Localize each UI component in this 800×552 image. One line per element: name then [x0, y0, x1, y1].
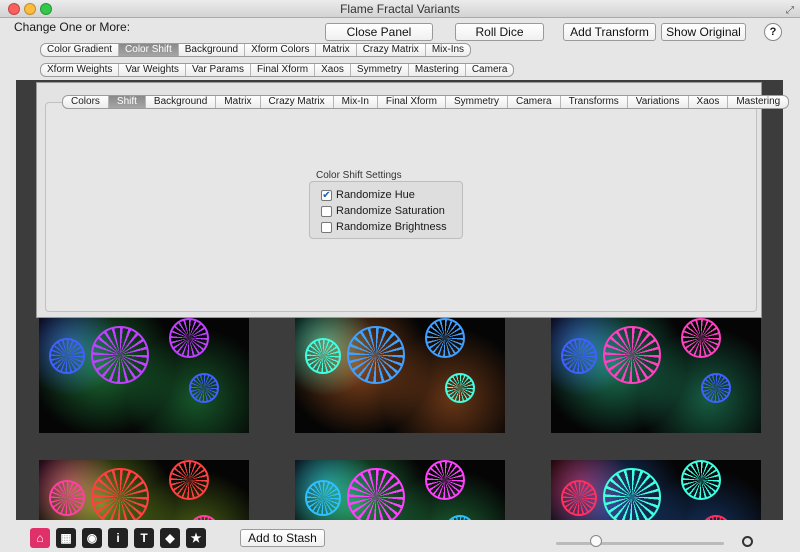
- window-title: Flame Fractal Variants: [340, 2, 460, 16]
- tab-final-xform[interactable]: Final Xform: [378, 96, 447, 108]
- variant-thumbnail[interactable]: [39, 460, 249, 520]
- change-option-color-gradient[interactable]: Color Gradient: [41, 44, 120, 56]
- change-option-xform-colors[interactable]: Xform Colors: [245, 44, 317, 56]
- tab-mix-in[interactable]: Mix-In: [334, 96, 378, 108]
- checkbox-checked-icon[interactable]: ✔: [321, 189, 332, 201]
- tab-transforms[interactable]: Transforms: [561, 96, 628, 108]
- variant-thumbnail[interactable]: [551, 460, 761, 520]
- tab-crazy-matrix[interactable]: Crazy Matrix: [261, 96, 334, 108]
- refresh-icon[interactable]: [742, 536, 753, 547]
- fractal-wheel: [305, 338, 341, 374]
- variant-thumbnail[interactable]: [551, 318, 761, 433]
- grid-icon[interactable]: ▦: [56, 528, 76, 548]
- size-slider-track[interactable]: [556, 542, 724, 545]
- change-option-matrix[interactable]: Matrix: [316, 44, 357, 56]
- fractal-wheel: [91, 468, 149, 520]
- text-icon[interactable]: T: [134, 528, 154, 548]
- change-option-mix-ins[interactable]: Mix-Ins: [426, 44, 470, 56]
- tab-shift[interactable]: Shift: [108, 96, 146, 108]
- change-option-xform-weights[interactable]: Xform Weights: [41, 64, 120, 76]
- change-option-xaos[interactable]: Xaos: [315, 64, 351, 76]
- show-original-button[interactable]: Show Original: [661, 23, 746, 41]
- tab-background[interactable]: Background: [146, 96, 217, 108]
- fractal-wheel: [561, 338, 597, 374]
- fractal-wheel: [91, 326, 149, 384]
- tab-matrix[interactable]: Matrix: [216, 96, 261, 108]
- checkbox-randomize-hue[interactable]: ✔ Randomize Hue: [321, 189, 415, 201]
- fractal-wheel: [347, 468, 405, 520]
- change-options-row-1: Color Gradient Color Shift Background Xform…: [40, 43, 472, 57]
- checkbox-label: Randomize Saturation: [336, 205, 445, 217]
- add-transform-button[interactable]: Add Transform: [563, 23, 656, 41]
- fractal-wheel: [603, 326, 661, 384]
- home-icon[interactable]: ⌂: [30, 528, 50, 548]
- tab-camera[interactable]: Camera: [508, 96, 561, 108]
- fractal-wheel: [49, 338, 85, 374]
- close-panel-button[interactable]: Close Panel: [325, 23, 433, 41]
- tab-symmetry[interactable]: Symmetry: [446, 96, 509, 108]
- fractal-wheel: [561, 480, 597, 516]
- change-option-camera[interactable]: Camera: [466, 64, 514, 76]
- fractal-wheel: [603, 468, 661, 520]
- fractal-wheel: [445, 373, 475, 403]
- change-option-crazy-matrix[interactable]: Crazy Matrix: [357, 44, 426, 56]
- fractal-wheel: [425, 318, 465, 358]
- group-label: Color Shift Settings: [316, 170, 402, 181]
- app-window: Flame Fractal Variants ⤢ Change One or M…: [0, 0, 800, 552]
- change-option-symmetry[interactable]: Symmetry: [351, 64, 409, 76]
- checkbox-label: Randomize Brightness: [336, 221, 447, 233]
- checkbox-empty-icon[interactable]: [321, 205, 332, 217]
- change-options-row-2: Xform Weights Var Weights Var Params Final …: [40, 63, 515, 77]
- fractal-wheel: [305, 480, 341, 516]
- roll-dice-button[interactable]: Roll Dice: [455, 23, 544, 41]
- fractal-wheel: [701, 515, 731, 520]
- tab-colors[interactable]: Colors: [63, 96, 109, 108]
- tab-variations[interactable]: Variations: [628, 96, 689, 108]
- fractal-wheel: [189, 515, 219, 520]
- minimize-window-button[interactable]: [24, 3, 36, 15]
- zoom-window-button[interactable]: [40, 3, 52, 15]
- star-icon[interactable]: ★: [186, 528, 206, 548]
- help-button[interactable]: ?: [764, 23, 782, 41]
- palette-icon[interactable]: ◆: [160, 528, 180, 548]
- checkbox-empty-icon[interactable]: [321, 221, 332, 233]
- checkbox-randomize-saturation[interactable]: Randomize Saturation: [321, 205, 445, 217]
- variant-thumbnail[interactable]: [39, 318, 249, 433]
- fractal-wheel: [681, 460, 721, 500]
- add-to-stash-button[interactable]: Add to Stash: [240, 529, 325, 547]
- fractal-wheel: [347, 326, 405, 384]
- fractal-wheel: [169, 460, 209, 500]
- fractal-wheel: [169, 318, 209, 358]
- fractal-wheel: [445, 515, 475, 520]
- fractal-wheel: [681, 318, 721, 358]
- tab-mastering[interactable]: Mastering: [728, 96, 788, 108]
- change-option-background[interactable]: Background: [179, 44, 246, 56]
- close-window-button[interactable]: [8, 3, 20, 15]
- fractal-wheel: [425, 460, 465, 500]
- variant-thumbnail[interactable]: [295, 460, 505, 520]
- change-option-final-xform[interactable]: Final Xform: [251, 64, 316, 76]
- change-option-mastering[interactable]: Mastering: [409, 64, 466, 76]
- fractal-wheel: [701, 373, 731, 403]
- checkbox-label: Randomize Hue: [336, 189, 415, 201]
- variant-thumbnail[interactable]: [295, 318, 505, 433]
- change-option-var-weights[interactable]: Var Weights: [119, 64, 186, 76]
- checkbox-randomize-brightness[interactable]: Randomize Brightness: [321, 221, 447, 233]
- tab-xaos[interactable]: Xaos: [689, 96, 729, 108]
- change-option-var-params[interactable]: Var Params: [186, 64, 251, 76]
- info-icon[interactable]: i: [108, 528, 128, 548]
- fractal-wheel: [189, 373, 219, 403]
- title-bar: Flame Fractal Variants ⤢: [0, 0, 800, 18]
- fullscreen-icon[interactable]: ⤢: [786, 2, 794, 20]
- panel-tabs: Colors Shift Background Matrix Crazy Matrix M…: [62, 95, 790, 109]
- change-option-color-shift[interactable]: Color Shift: [119, 44, 179, 56]
- eye-icon[interactable]: ◉: [82, 528, 102, 548]
- fractal-wheel: [49, 480, 85, 516]
- change-label: Change One or More:: [14, 20, 131, 34]
